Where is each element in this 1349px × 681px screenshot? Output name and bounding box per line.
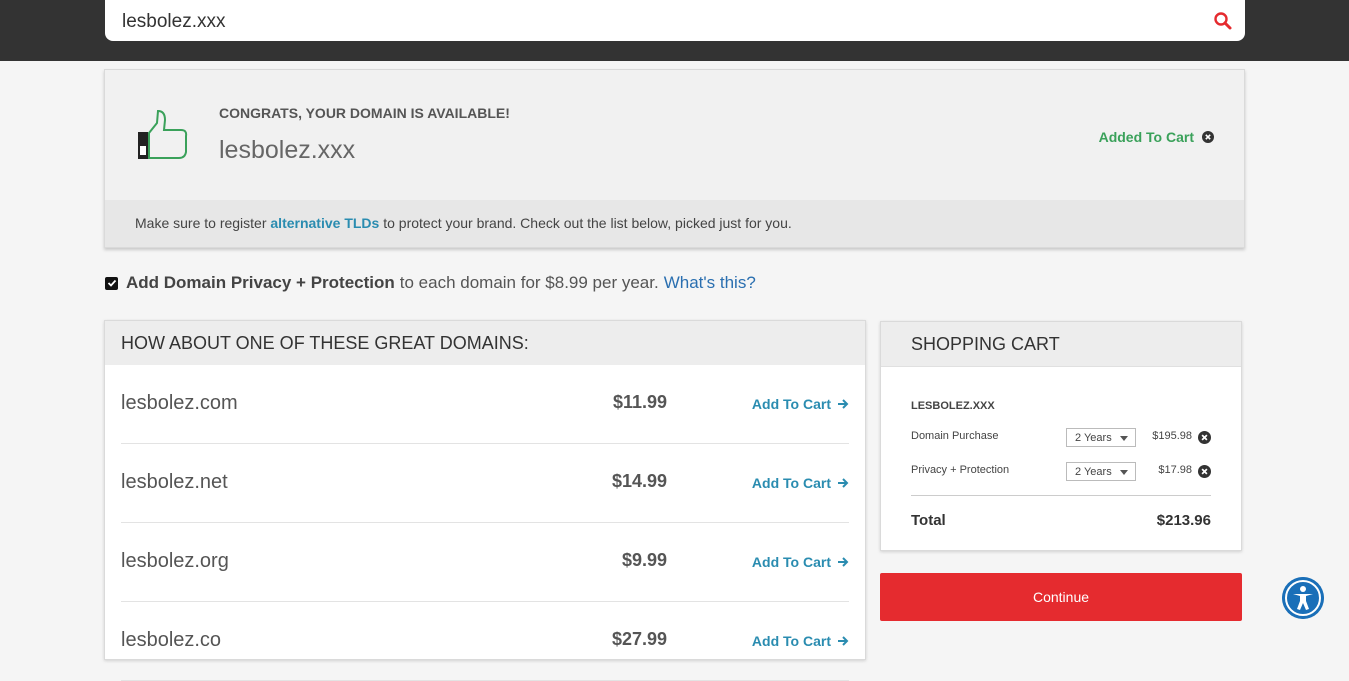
term-select[interactable]: 2 Years bbox=[1066, 428, 1136, 447]
available-domain-name: lesbolez.xxx bbox=[219, 136, 356, 164]
cart-line-label: Privacy + Protection bbox=[911, 464, 1010, 476]
add-to-cart-label: Add To Cart bbox=[751, 475, 831, 491]
suggestion-domain-name: lesbolez.com bbox=[121, 392, 238, 414]
add-to-cart-label: Add To Cart bbox=[751, 554, 831, 570]
whats-this-link[interactable]: What's this? bbox=[664, 273, 756, 293]
suggestion-price: $27.99 bbox=[611, 629, 667, 649]
accessibility-icon[interactable] bbox=[1282, 577, 1324, 619]
privacy-label-bold: Add Domain Privacy + Protection bbox=[126, 273, 395, 292]
domain-search-input[interactable] bbox=[120, 8, 1184, 36]
domain-suggestion-row: lesbolez.com $11.99 Add To Cart bbox=[121, 365, 849, 444]
alternative-tlds-link[interactable]: alternative TLDs bbox=[270, 215, 379, 231]
domain-available-panel: CONGRATS, YOUR DOMAIN IS AVAILABLE! lesb… bbox=[104, 69, 1245, 248]
domain-suggestion-row: lesbolez.org $9.99 Add To Cart bbox=[121, 523, 849, 602]
continue-button[interactable]: Continue bbox=[880, 573, 1242, 621]
suggested-domains-title: HOW ABOUT ONE OF THESE GREAT DOMAINS: bbox=[105, 321, 865, 365]
remove-circle-icon[interactable] bbox=[1198, 431, 1211, 444]
cart-line-amount: $195.98 bbox=[1152, 430, 1192, 442]
caret-down-icon bbox=[1120, 470, 1128, 475]
arrow-right-icon bbox=[838, 557, 849, 567]
cart-divider bbox=[911, 495, 1211, 496]
arrow-right-icon bbox=[838, 636, 849, 646]
added-to-cart-label: Added To Cart bbox=[1098, 129, 1194, 145]
shopping-cart-title: SHOPPING CART bbox=[881, 322, 1241, 367]
checkmark-icon bbox=[107, 279, 116, 287]
congrats-heading: CONGRATS, YOUR DOMAIN IS AVAILABLE! bbox=[219, 105, 510, 121]
add-to-cart-button[interactable]: Add To Cart bbox=[752, 554, 849, 570]
privacy-label-text: to each domain for $8.99 per year. bbox=[399, 273, 659, 292]
privacy-checkbox[interactable] bbox=[105, 276, 118, 290]
caret-down-icon bbox=[1120, 436, 1128, 441]
thumbs-up-icon bbox=[138, 109, 188, 159]
term-select-value: 2 Years bbox=[1075, 466, 1112, 478]
arrow-right-icon bbox=[838, 399, 849, 409]
domain-suggestion-row: lesbolez.net $14.99 Add To Cart bbox=[121, 444, 849, 523]
added-to-cart-status[interactable]: Added To Cart bbox=[1099, 129, 1214, 145]
cart-line-domain-purchase: Domain Purchase 2 Years $195.98 bbox=[911, 428, 1211, 448]
cart-line-label: Domain Purchase bbox=[911, 430, 999, 442]
suggestion-domain-name: lesbolez.net bbox=[121, 471, 228, 493]
add-to-cart-button[interactable]: Add To Cart bbox=[752, 475, 849, 491]
suggestion-price: $14.99 bbox=[611, 471, 667, 491]
add-to-cart-label: Add To Cart bbox=[751, 633, 831, 649]
privacy-protection-option: Add Domain Privacy + Protection to each … bbox=[105, 273, 756, 293]
suggested-domains-panel: HOW ABOUT ONE OF THESE GREAT DOMAINS: le… bbox=[104, 320, 866, 681]
add-to-cart-label: Add To Cart bbox=[751, 396, 831, 412]
cart-total-value: $213.96 bbox=[1156, 512, 1211, 529]
remove-circle-icon[interactable] bbox=[1198, 465, 1211, 478]
suggestion-domain-name: lesbolez.org bbox=[121, 550, 229, 572]
cart-line-amount: $17.98 bbox=[1158, 464, 1192, 476]
note-text-before: Make sure to register bbox=[135, 215, 271, 231]
suggestion-price: $11.99 bbox=[612, 392, 667, 412]
term-select[interactable]: 2 Years bbox=[1066, 462, 1136, 481]
arrow-right-icon bbox=[838, 478, 849, 488]
note-text-after: to protect your brand. Check out the lis… bbox=[379, 215, 792, 231]
search-icon[interactable] bbox=[1213, 11, 1233, 31]
domain-suggestion-row: lesbolez.co $27.99 Add To Cart bbox=[121, 602, 849, 681]
remove-circle-icon[interactable] bbox=[1202, 131, 1214, 143]
domain-search-bar bbox=[105, 0, 1245, 41]
shopping-cart-panel: SHOPPING CART LESBOLEZ.XXX Domain Purcha… bbox=[880, 321, 1242, 551]
add-to-cart-button[interactable]: Add To Cart bbox=[752, 396, 849, 412]
alternative-tlds-note: Make sure to register alternative TLDs t… bbox=[105, 200, 1244, 247]
suggestion-price: $9.99 bbox=[621, 550, 667, 570]
suggestion-domain-name: lesbolez.co bbox=[121, 629, 222, 651]
cart-domain-name: LESBOLEZ.XXX bbox=[911, 400, 995, 412]
cart-line-privacy: Privacy + Protection 2 Years $17.98 bbox=[911, 462, 1211, 482]
term-select-value: 2 Years bbox=[1075, 432, 1112, 444]
add-to-cart-button[interactable]: Add To Cart bbox=[752, 633, 849, 649]
cart-total-label: Total bbox=[911, 512, 946, 529]
